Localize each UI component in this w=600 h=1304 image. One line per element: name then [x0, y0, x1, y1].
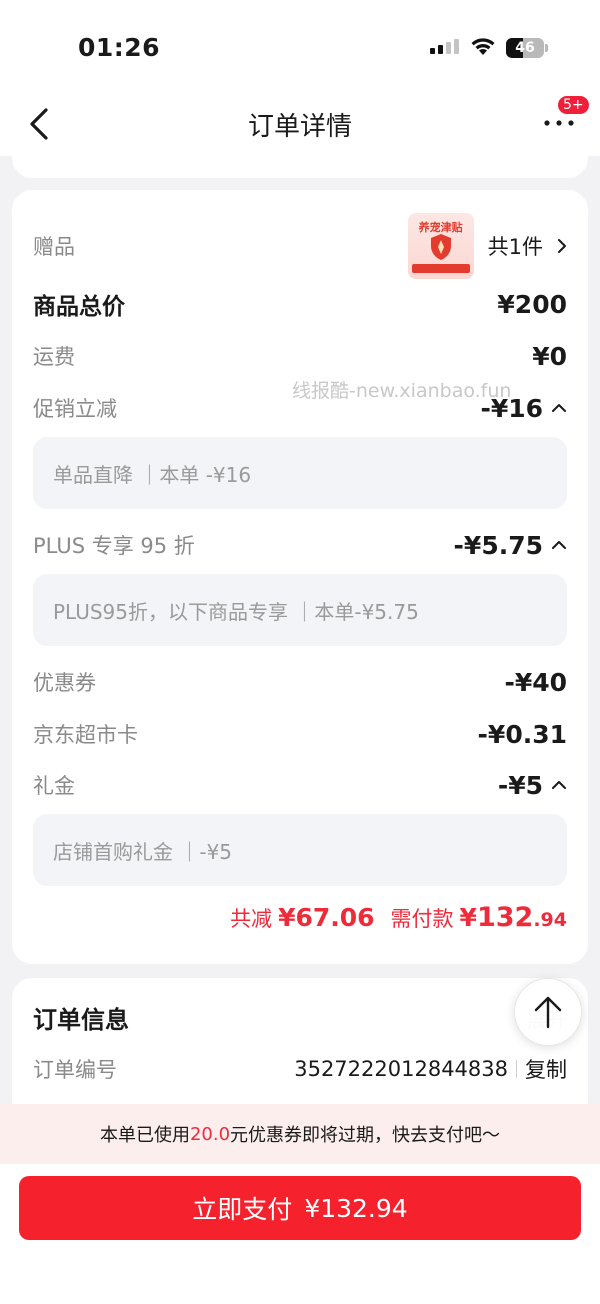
chevron-up-icon[interactable]	[551, 780, 567, 790]
plus-discount-value: -¥5.75	[453, 530, 543, 560]
promo-label: 促销立减	[33, 397, 117, 421]
gift-thumbnail: 养宠津贴	[407, 213, 474, 279]
gift-money-value: -¥5	[497, 770, 543, 800]
total-reduced-value: ¥67.06	[278, 903, 375, 932]
gift-money-label: 礼金	[33, 774, 75, 798]
total-reduced-label: 共减	[230, 907, 273, 931]
battery-icon: 46	[506, 38, 544, 58]
shield-icon	[430, 234, 451, 260]
gift-row: 赠品 养宠津贴 共1件	[33, 210, 567, 282]
coupon-label: 优惠券	[33, 671, 96, 695]
promo-detail: 单品直降 ｜本单 -¥16	[33, 437, 567, 509]
amount-due-label: 需付款	[390, 907, 454, 931]
order-info-title: 订单信息	[33, 1006, 129, 1034]
amount-due-currency: ¥	[459, 903, 477, 932]
status-time: 01:26	[78, 33, 161, 62]
gift-label: 赠品	[33, 235, 75, 259]
order-number-label: 订单编号	[33, 1058, 117, 1082]
shipping-row: 运费 ¥0	[33, 338, 567, 374]
jd-card-value: -¥0.31	[477, 719, 567, 749]
notice-prefix: 本单已使用	[99, 1125, 190, 1146]
gift-money-value-group: -¥5	[498, 771, 567, 800]
chevron-up-icon[interactable]	[551, 540, 567, 550]
gift-money-detail: 店铺首购礼金 ｜-¥5	[33, 814, 567, 886]
gift-entry[interactable]: 养宠津贴 共1件	[407, 213, 567, 279]
gift-count: 共1件	[487, 235, 543, 259]
more-icon[interactable]	[542, 118, 576, 128]
message-badge: 5+	[556, 94, 591, 116]
notice-amount: 20.0	[189, 1123, 231, 1145]
total-price-label: 商品总价	[33, 294, 125, 320]
page-title: 订单详情	[247, 112, 352, 142]
pay-now-label: 立即支付	[192, 1195, 293, 1224]
plus-discount-detail: PLUS95折，以下商品专享 ｜本单-¥5.75	[33, 574, 567, 646]
nav-bar: 订单详情 5+	[0, 90, 600, 156]
coupon-row: 优惠券 -¥40	[33, 664, 567, 700]
gift-thumbnail-bar	[411, 264, 470, 273]
previous-card-edge	[12, 150, 588, 178]
pay-now-button[interactable]: 立即支付 ¥132.94	[19, 1176, 581, 1240]
order-number-group: 3527222012844838 复制	[294, 1054, 567, 1084]
scroll-to-top-button[interactable]	[514, 978, 582, 1046]
status-bar: 01:26 46	[0, 0, 600, 90]
shipping-label: 运费	[33, 345, 75, 369]
coupon-expiry-notice: 本单已使用 20.0 元优惠券即将过期，快去支付吧～	[0, 1104, 600, 1164]
cellular-signal-icon	[430, 39, 459, 54]
promo-row[interactable]: 促销立减 -¥16	[33, 390, 567, 426]
plus-discount-value-group: -¥5.75	[454, 531, 567, 560]
battery-level: 46	[515, 40, 535, 56]
chevron-right-icon	[558, 239, 566, 253]
price-detail-card: 赠品 养宠津贴 共1件 商品总价 ¥200 运费 ¥0 线报酷-new.xian…	[12, 190, 588, 964]
gift-money-row[interactable]: 礼金 -¥5	[33, 767, 567, 803]
coupon-value: -¥40	[504, 667, 567, 697]
amount-due-decimal: .94	[533, 909, 567, 931]
jd-card-label: 京东超市卡	[33, 723, 138, 747]
chevron-up-icon[interactable]	[551, 403, 567, 413]
wifi-icon	[471, 38, 495, 55]
divider	[516, 1060, 517, 1078]
pay-now-amount: ¥132.94	[304, 1193, 408, 1223]
total-price-row: 商品总价 ¥200	[33, 286, 567, 322]
promo-value-group: -¥16	[480, 394, 567, 423]
promo-value: -¥16	[480, 393, 543, 423]
bottom-bar: 立即支付 ¥132.94	[0, 1164, 600, 1304]
plus-discount-row[interactable]: PLUS 专享 95 折 -¥5.75	[33, 527, 567, 563]
total-price-value: ¥200	[497, 289, 567, 319]
order-number-value: 3527222012844838	[294, 1057, 508, 1081]
battery-cap	[545, 44, 548, 52]
plus-discount-label: PLUS 专享 95 折	[33, 534, 195, 558]
notice-suffix: 元优惠券即将过期，快去支付吧～	[230, 1125, 501, 1146]
amount-due-integer: 132	[476, 902, 534, 933]
copy-button[interactable]: 复制	[525, 1054, 567, 1084]
jd-card-row: 京东超市卡 -¥0.31	[33, 716, 567, 752]
arrow-up-icon	[534, 996, 562, 1029]
payment-summary: 共减 ¥67.06 需付款 ¥132.94	[230, 902, 567, 933]
shipping-value: ¥0	[532, 341, 567, 371]
order-number-row: 订单编号 3527222012844838 复制	[33, 1054, 567, 1084]
